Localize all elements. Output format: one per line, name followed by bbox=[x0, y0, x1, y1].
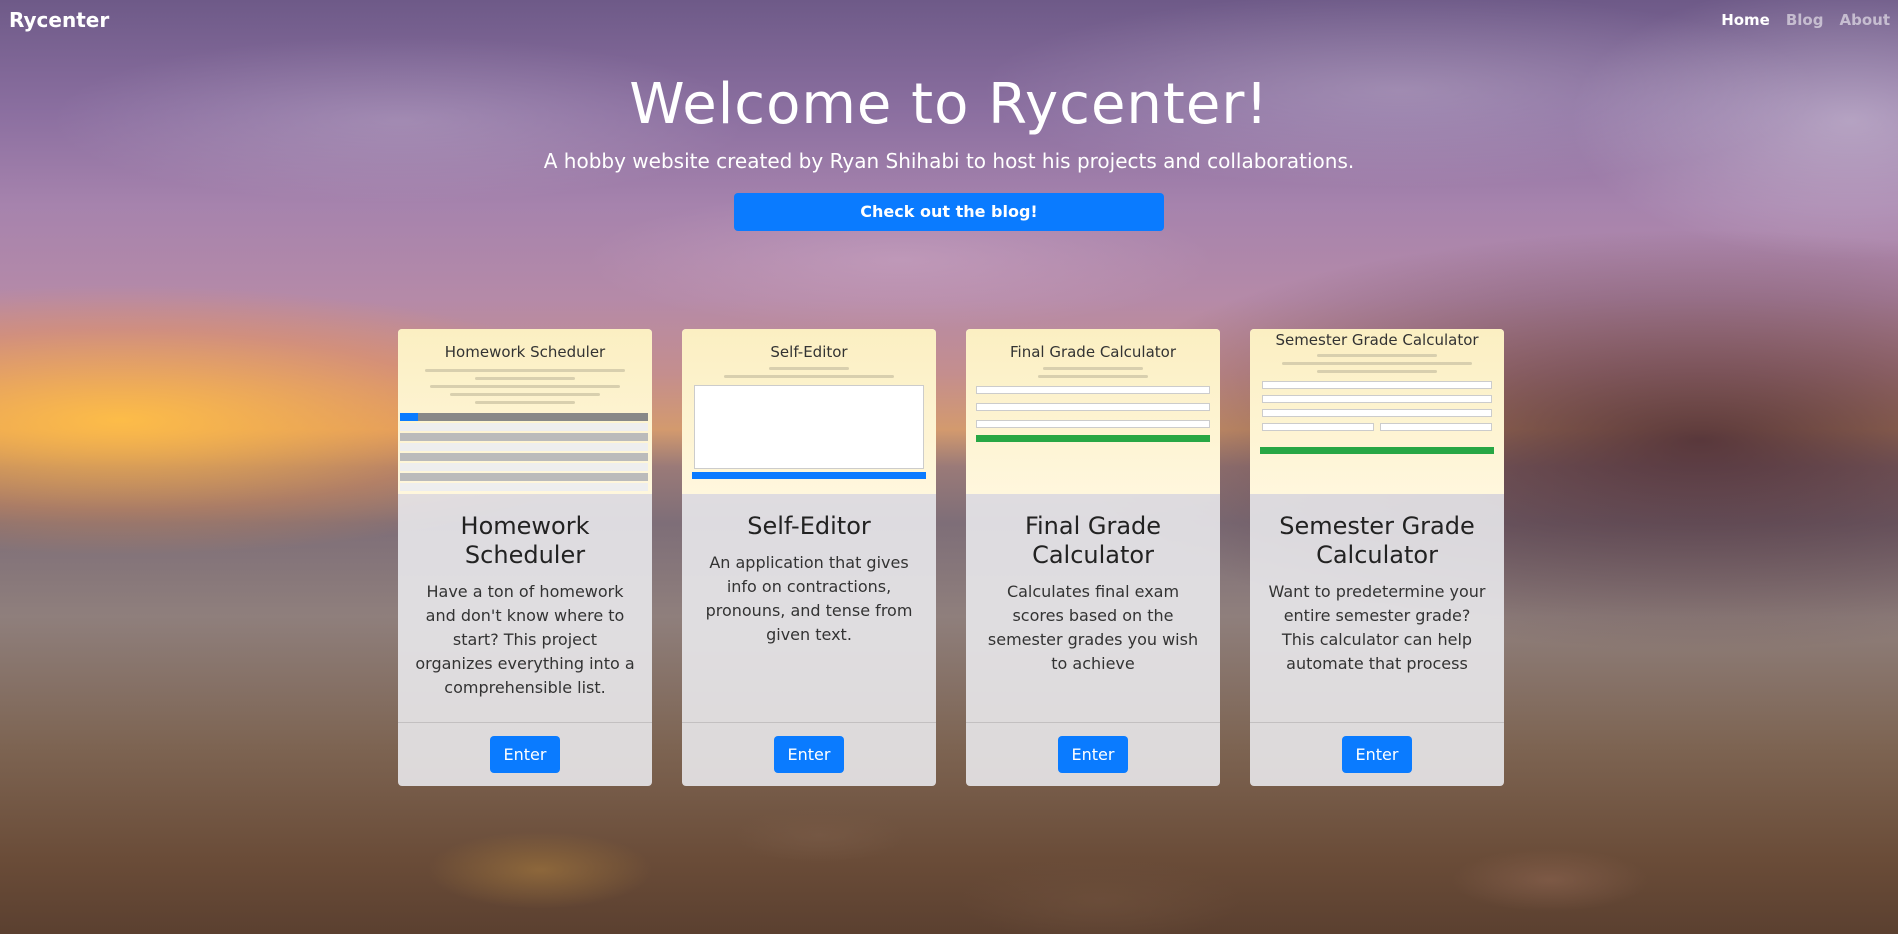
thumbnail-calculate-bar bbox=[976, 435, 1210, 442]
navbar: Rycenter Home Blog About bbox=[0, 0, 1898, 42]
nav-links: Home Blog About bbox=[1713, 11, 1898, 29]
enter-button[interactable]: Enter bbox=[773, 736, 845, 773]
thumbnail-text-line bbox=[1282, 362, 1472, 365]
thumbnail-input bbox=[976, 403, 1210, 411]
brand-logo[interactable]: Rycenter bbox=[9, 8, 109, 32]
thumbnail-text-line bbox=[769, 367, 849, 370]
thumbnail-text-line bbox=[475, 377, 575, 380]
project-card-homework-scheduler: Homework Scheduler Homework Scheduler Ha… bbox=[398, 329, 652, 786]
thumbnail-search-button bbox=[400, 413, 418, 421]
card-footer: Enter bbox=[398, 722, 652, 786]
hero-title: Welcome to Rycenter! bbox=[629, 72, 1269, 137]
thumbnail-text-line bbox=[1038, 375, 1148, 378]
card-thumbnail: Self-Editor bbox=[682, 329, 936, 494]
thumbnail-title: Final Grade Calculator bbox=[1009, 343, 1176, 361]
project-card-semester-grade-calculator: Semester Grade Calculator Semester Grade… bbox=[1250, 329, 1504, 786]
card-thumbnail: Homework Scheduler bbox=[398, 329, 652, 494]
card-body: Semester Grade Calculator Want to predet… bbox=[1250, 494, 1504, 676]
thumbnail-text-line bbox=[1317, 370, 1437, 373]
thumbnail-text-line bbox=[1043, 367, 1143, 370]
thumbnail-text-line bbox=[425, 369, 625, 372]
thumbnail-title: Semester Grade Calculator bbox=[1275, 331, 1479, 349]
thumbnail-text-line bbox=[724, 375, 894, 378]
card-description: Calculates final exam scores based on th… bbox=[987, 582, 1199, 673]
card-thumbnail: Final Grade Calculator bbox=[966, 329, 1220, 494]
thumbnail-list-row bbox=[400, 433, 648, 441]
enter-button[interactable]: Enter bbox=[489, 736, 561, 773]
thumbnail-list-header bbox=[400, 413, 648, 421]
enter-button[interactable]: Enter bbox=[1057, 736, 1129, 773]
thumbnail-text-line bbox=[475, 401, 575, 404]
card-footer: Enter bbox=[966, 722, 1220, 786]
card-thumbnail: Semester Grade Calculator bbox=[1250, 329, 1504, 494]
card-title: Self-Editor bbox=[747, 512, 871, 540]
blog-button[interactable]: Check out the blog! bbox=[734, 193, 1164, 231]
thumbnail-input bbox=[1380, 423, 1492, 431]
thumbnail-title: Homework Scheduler bbox=[444, 343, 606, 361]
enter-button[interactable]: Enter bbox=[1341, 736, 1413, 773]
project-card-final-grade-calculator: Final Grade Calculator Final Grade Calcu… bbox=[966, 329, 1220, 786]
thumbnail-list-row bbox=[400, 463, 648, 471]
thumbnail-title: Self-Editor bbox=[770, 343, 848, 361]
thumbnail-input bbox=[976, 420, 1210, 428]
hero-section: Welcome to Rycenter! A hobby website cre… bbox=[0, 72, 1898, 231]
card-footer: Enter bbox=[1250, 722, 1504, 786]
project-card-self-editor: Self-Editor Self-Editor An application t… bbox=[682, 329, 936, 786]
project-cards: Homework Scheduler Homework Scheduler Ha… bbox=[398, 329, 1504, 786]
nav-about-link[interactable]: About bbox=[1831, 11, 1898, 29]
card-description: Have a ton of homework and don't know wh… bbox=[415, 582, 635, 697]
thumbnail-input bbox=[1262, 423, 1374, 431]
thumbnail-input bbox=[976, 386, 1210, 394]
hero-subtitle: A hobby website created by Ryan Shihabi … bbox=[543, 149, 1355, 173]
card-body: Final Grade Calculator Calculates final … bbox=[966, 494, 1220, 676]
thumbnail-calculate-bar bbox=[1260, 447, 1494, 454]
card-description: Want to predetermine your entire semeste… bbox=[1268, 582, 1486, 673]
card-title: Semester Grade Calculator bbox=[1279, 512, 1475, 569]
thumbnail-text-line bbox=[430, 385, 620, 388]
thumbnail-text-line bbox=[1317, 354, 1437, 357]
thumbnail-input bbox=[1262, 395, 1492, 403]
thumbnail-text-line bbox=[450, 393, 600, 396]
thumbnail-list-row bbox=[400, 443, 648, 451]
nav-blog-link[interactable]: Blog bbox=[1778, 11, 1832, 29]
card-body: Self-Editor An application that gives in… bbox=[682, 494, 936, 647]
thumbnail-textarea bbox=[694, 385, 924, 469]
thumbnail-submit-bar bbox=[692, 472, 926, 479]
nav-home-link[interactable]: Home bbox=[1713, 11, 1778, 29]
card-description: An application that gives info on contra… bbox=[705, 553, 913, 644]
thumbnail-input bbox=[1262, 409, 1492, 417]
card-body: Homework Scheduler Have a ton of homewor… bbox=[398, 494, 652, 700]
thumbnail-list-row bbox=[400, 483, 648, 491]
card-title: Final Grade Calculator bbox=[1024, 512, 1162, 569]
thumbnail-list-row bbox=[400, 473, 648, 481]
card-title: Homework Scheduler bbox=[460, 512, 590, 569]
thumbnail-select bbox=[1262, 381, 1492, 389]
thumbnail-list-row bbox=[400, 453, 648, 461]
thumbnail-list-row bbox=[400, 423, 648, 431]
card-footer: Enter bbox=[682, 722, 936, 786]
